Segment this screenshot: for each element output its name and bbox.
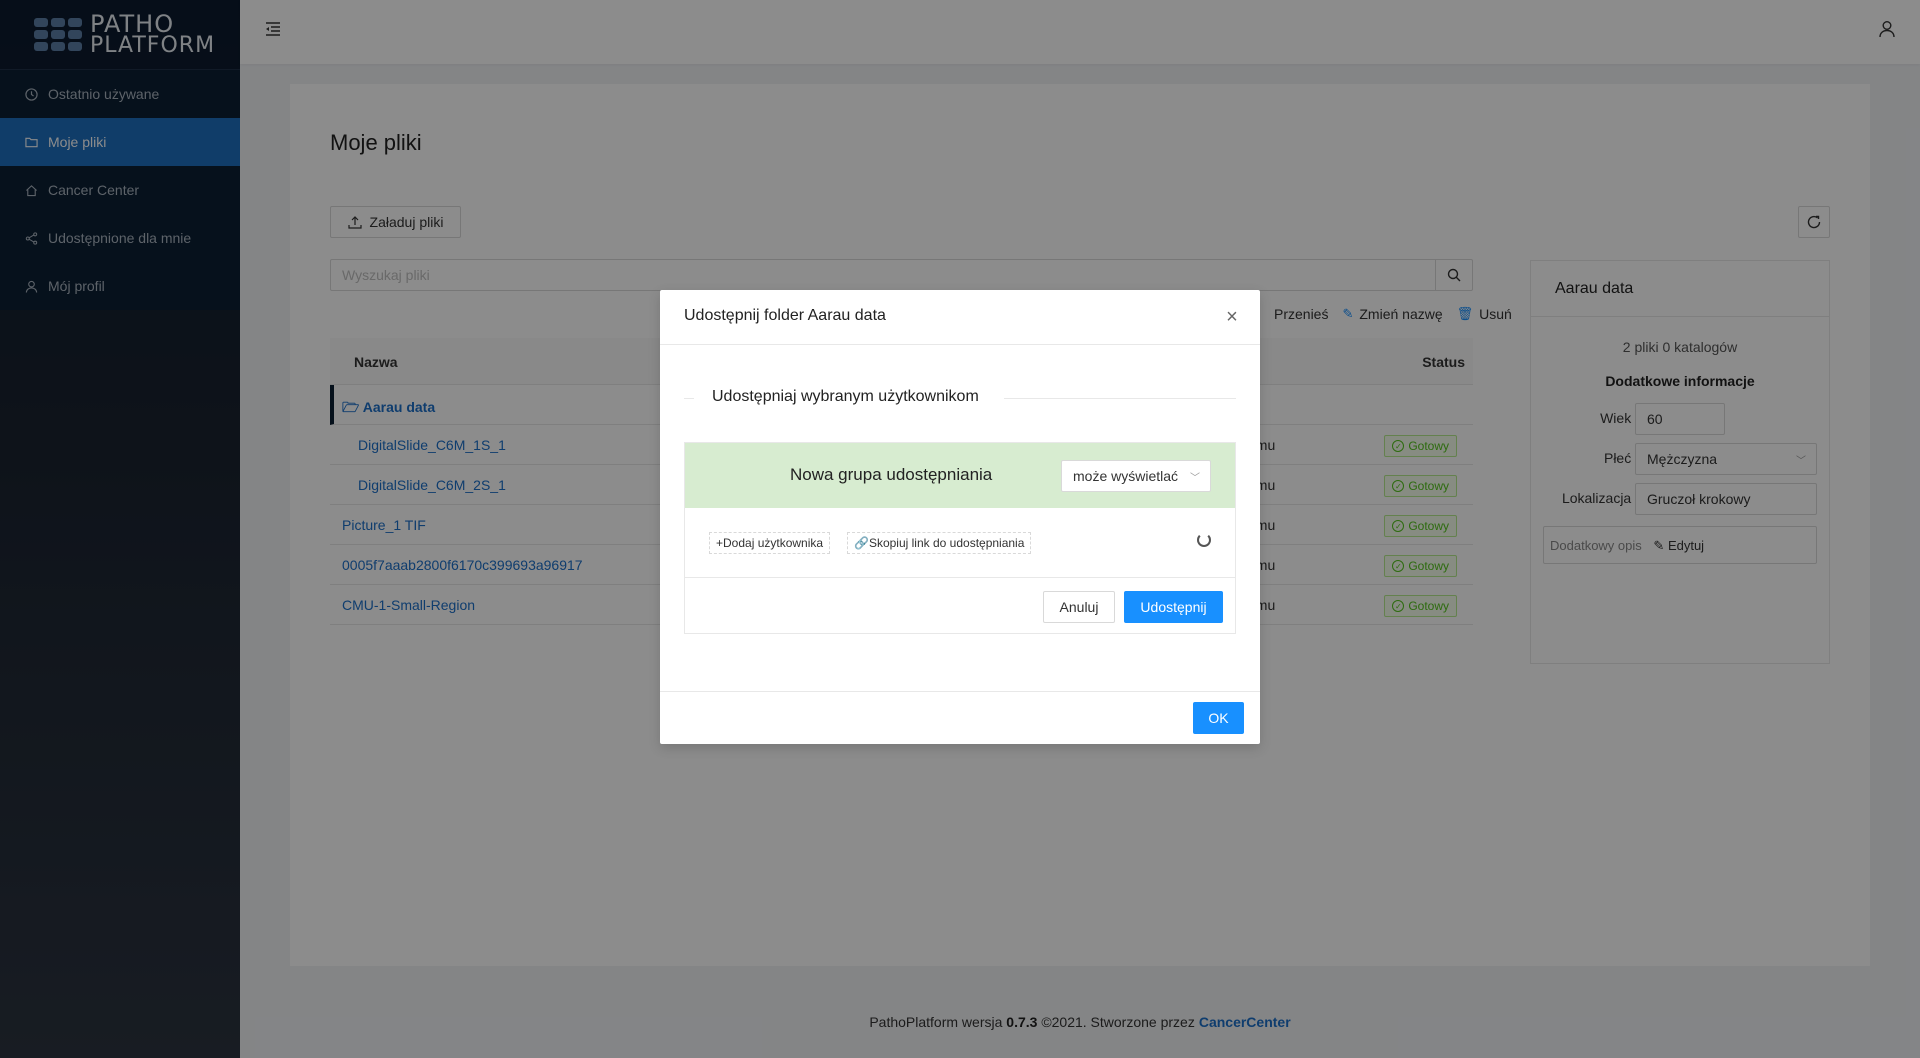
loading-spinner-icon <box>1197 533 1211 547</box>
add-user-label: Dodaj użytkownika <box>723 536 824 550</box>
permission-select[interactable]: może wyświetlać ﹀ <box>1061 460 1211 492</box>
cancel-button[interactable]: Anuluj <box>1043 591 1115 623</box>
share-group-footer: Anuluj Udostępnij <box>685 578 1235 633</box>
share-group-card: Nowa grupa udostępniania może wyświetlać… <box>684 442 1236 634</box>
copy-link-button[interactable]: 🔗Skopiuj link do udostępniania <box>847 532 1032 554</box>
modal-header: Udostępnij folder Aarau data × <box>660 290 1260 345</box>
modal-title: Udostępnij folder Aarau data <box>684 307 886 324</box>
copy-link-label: Skopiuj link do udostępniania <box>868 536 1025 550</box>
share-group-body: +Dodaj użytkownika 🔗Skopiuj link do udos… <box>685 508 1235 578</box>
share-button[interactable]: Udostępnij <box>1124 591 1223 623</box>
section-divider: Udostępniaj wybranym użytkownikom <box>684 388 1236 408</box>
section-title: Udostępniaj wybranym użytkownikom <box>712 388 979 406</box>
add-user-button[interactable]: +Dodaj użytkownika <box>709 532 831 554</box>
modal-footer: OK <box>660 691 1260 744</box>
ok-button[interactable]: OK <box>1193 702 1244 734</box>
permission-value: może wyświetlać <box>1073 468 1179 484</box>
share-folder-modal: Udostępnij folder Aarau data × Udostępni… <box>660 290 1260 744</box>
link-icon: 🔗 <box>854 536 869 550</box>
share-group-title: Nowa grupa udostępniania <box>790 465 993 484</box>
chevron-down-icon: ﹀ <box>1190 473 1200 484</box>
plus-icon: + <box>716 536 724 550</box>
close-icon[interactable]: × <box>1222 307 1242 327</box>
share-group-header: Nowa grupa udostępniania może wyświetlać… <box>685 443 1235 508</box>
